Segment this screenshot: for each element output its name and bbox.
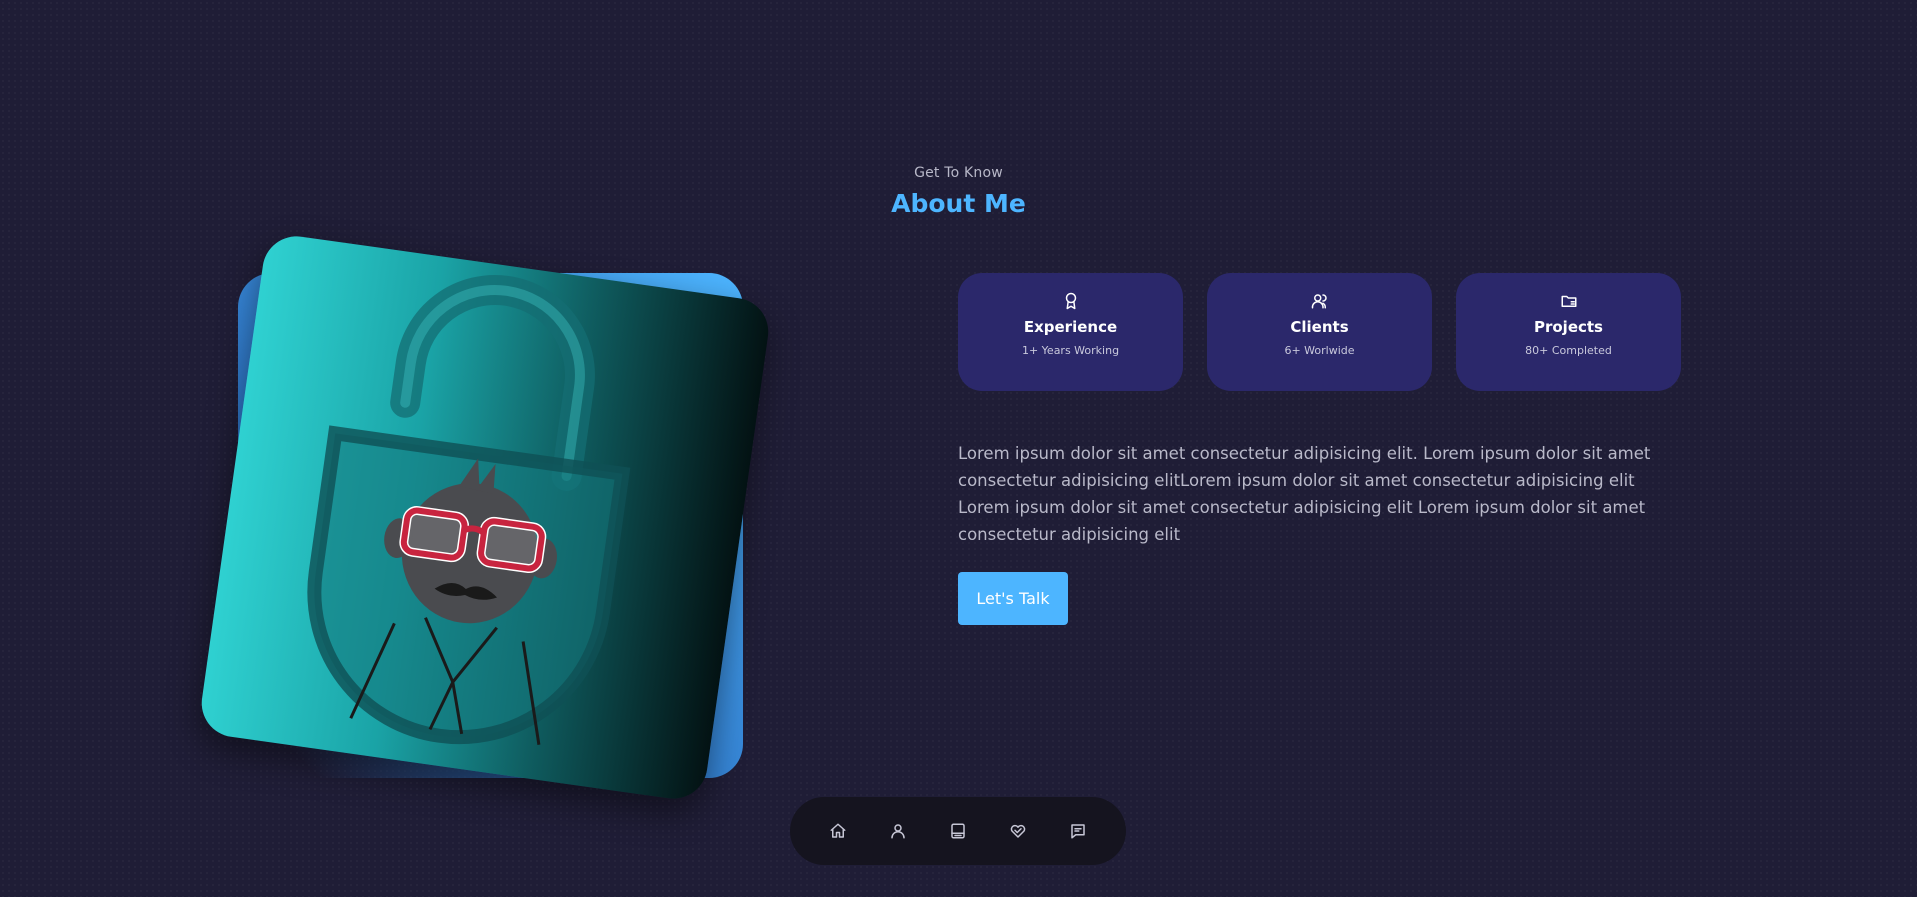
- clients-value: 6+ Worlwide: [1284, 344, 1355, 357]
- message-icon: [1071, 824, 1085, 839]
- projects-title: Projects: [1533, 318, 1603, 336]
- nav-home[interactable]: [825, 818, 851, 844]
- stats-cards: Experience 1+ Years Working Clients 6+ W…: [958, 273, 1681, 391]
- about-paragraph: Lorem ipsum dolor sit amet consectetur a…: [958, 443, 1651, 544]
- user-icon: [891, 824, 905, 839]
- lets-talk-button[interactable]: Let's Talk: [958, 572, 1068, 625]
- experience-title: Experience: [1023, 318, 1118, 336]
- clients-title: Clients: [1290, 318, 1349, 336]
- award-icon: [1062, 292, 1080, 310]
- handshake-icon: [1010, 824, 1026, 838]
- folder-icon: [1560, 292, 1578, 310]
- nav-contact[interactable]: [1065, 818, 1091, 844]
- experience-value: 1+ Years Working: [1021, 344, 1120, 357]
- book-icon: [951, 823, 965, 839]
- nav-experience[interactable]: [945, 818, 971, 844]
- home-icon: [830, 823, 846, 838]
- projects-card: Projects 80+ Completed: [1456, 273, 1681, 391]
- users-icon: [1311, 292, 1329, 310]
- section-title: About Me: [891, 189, 1026, 218]
- about-photo: [197, 231, 773, 804]
- nav-services[interactable]: [1005, 818, 1031, 844]
- clients-card: Clients 6+ Worlwide: [1207, 273, 1432, 391]
- experience-card: Experience 1+ Years Working: [958, 273, 1183, 391]
- lock-monkey-illustration: [307, 275, 631, 745]
- bottom-nav: [790, 797, 1126, 865]
- section-subtitle: Get To Know: [914, 165, 1003, 181]
- projects-value: 80+ Completed: [1525, 344, 1612, 357]
- nav-about[interactable]: [885, 818, 911, 844]
